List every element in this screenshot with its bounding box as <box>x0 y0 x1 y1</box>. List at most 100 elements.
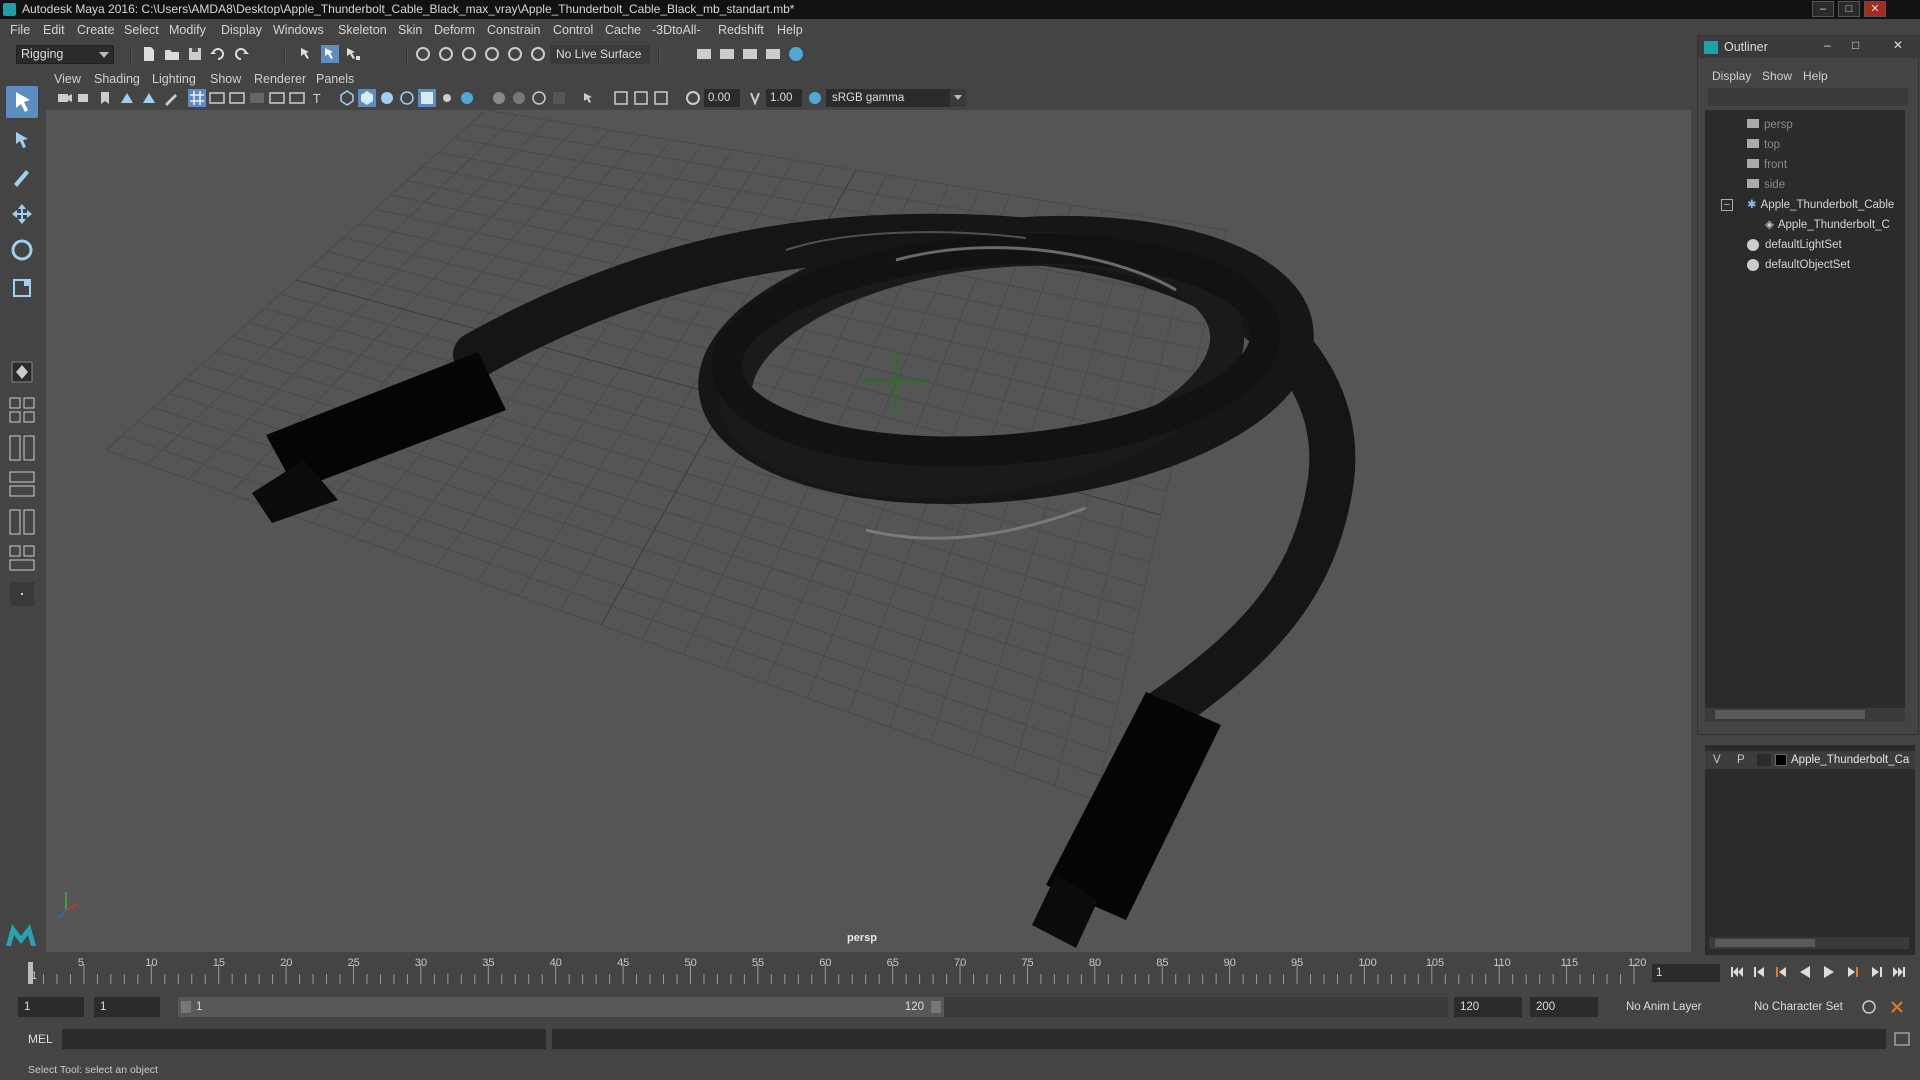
outliner-item-persp[interactable]: persp <box>1705 116 1793 134</box>
collapse-icon[interactable]: – <box>1721 198 1733 211</box>
lasso-tool-icon[interactable] <box>6 124 38 156</box>
menu-control[interactable]: Control <box>553 23 593 37</box>
rotate-tool-icon[interactable] <box>6 234 38 266</box>
color-management-icon[interactable] <box>806 89 824 107</box>
menu-create[interactable]: Create <box>77 23 115 37</box>
render-frame-icon[interactable] <box>718 45 736 63</box>
range-end-grip[interactable] <box>931 1001 941 1013</box>
textured-icon[interactable] <box>418 89 436 107</box>
layout-four-view-icon[interactable] <box>6 394 38 426</box>
two-d-pan-zoom-icon[interactable] <box>140 89 158 107</box>
wireframe-icon[interactable] <box>338 89 356 107</box>
outliner-minimize-button[interactable]: – <box>1824 38 1831 52</box>
layer-playback-toggle[interactable]: P <box>1737 751 1745 769</box>
isolate-select-icon[interactable] <box>580 89 598 107</box>
paint-select-tool-icon[interactable] <box>6 160 38 192</box>
maximize-button[interactable]: □ <box>1838 1 1860 17</box>
scale-tool-icon[interactable] <box>6 272 38 304</box>
layout-persp-graph-icon[interactable] <box>6 506 38 538</box>
ipr-render-icon[interactable] <box>741 45 759 63</box>
outliner-item-cable-group[interactable]: – ✱ Apple_Thunderbolt_Cable <box>1705 196 1894 214</box>
outliner-search-input[interactable] <box>1708 88 1908 106</box>
use-default-material-icon[interactable] <box>378 89 396 107</box>
play-forwards-icon[interactable] <box>1820 963 1838 981</box>
step-back-frame-icon[interactable] <box>1772 963 1790 981</box>
step-back-key-icon[interactable] <box>1750 963 1768 981</box>
outliner-close-button[interactable]: ✕ <box>1893 38 1903 52</box>
resolution-gate-icon[interactable] <box>228 89 246 107</box>
safe-action-icon[interactable] <box>288 89 306 107</box>
outliner-item-side[interactable]: side <box>1705 176 1785 194</box>
menu-deform[interactable]: Deform <box>434 23 475 37</box>
layer-scrollbar[interactable] <box>1709 937 1909 949</box>
render-settings-icon[interactable] <box>695 45 713 63</box>
panel-menu-renderer[interactable]: Renderer <box>254 72 306 86</box>
layer-visibility-toggle[interactable]: V <box>1713 751 1721 769</box>
menu-modify[interactable]: Modify <box>169 23 206 37</box>
play-backwards-icon[interactable] <box>1796 963 1814 981</box>
select-object-icon[interactable] <box>321 45 339 63</box>
menu-constrain[interactable]: Constrain <box>487 23 541 37</box>
script-editor-icon[interactable] <box>1893 1030 1911 1048</box>
image-plane-icon[interactable] <box>118 89 136 107</box>
snap-point-icon[interactable] <box>460 45 478 63</box>
film-gate-icon[interactable] <box>208 89 226 107</box>
select-camera-icon[interactable] <box>56 89 74 107</box>
auto-keyframe-icon[interactable] <box>1860 998 1878 1016</box>
screen-space-ao-icon[interactable] <box>490 89 508 107</box>
layer-color-swatch[interactable] <box>1775 754 1787 766</box>
playback-start-field[interactable]: 1 <box>94 997 160 1017</box>
bookmark-icon[interactable] <box>96 89 114 107</box>
layout-side-by-side-icon[interactable] <box>6 432 38 464</box>
select-component-icon[interactable] <box>344 45 362 63</box>
panel-menu-lighting[interactable]: Lighting <box>152 72 196 86</box>
outliner-menu-display[interactable]: Display <box>1712 69 1751 83</box>
menu-edit[interactable]: Edit <box>43 23 65 37</box>
layer-type-toggle[interactable] <box>1757 754 1771 766</box>
exposure-field[interactable]: 0.00 <box>704 89 740 107</box>
snap-projected-icon[interactable] <box>483 45 501 63</box>
menu-set-dropdown[interactable]: Rigging <box>16 45 114 64</box>
move-tool-icon[interactable] <box>6 198 38 230</box>
field-chart-icon[interactable] <box>268 89 286 107</box>
new-scene-icon[interactable] <box>140 45 158 63</box>
step-forward-frame-icon[interactable] <box>1844 963 1862 981</box>
minimize-button[interactable]: – <box>1812 1 1834 17</box>
outliner-menu-help[interactable]: Help <box>1803 69 1828 83</box>
current-frame-field[interactable]: 1 <box>1652 964 1720 982</box>
snap-view-plane-icon[interactable] <box>506 45 524 63</box>
menu-file[interactable]: File <box>10 23 30 37</box>
layout-hypershade-icon[interactable] <box>6 542 38 574</box>
exposure-icon[interactable] <box>684 89 702 107</box>
menu-help[interactable]: Help <box>777 23 803 37</box>
gamma-field[interactable]: 1.00 <box>766 89 802 107</box>
range-start-grip[interactable] <box>181 1001 191 1013</box>
show-manipulator-tool-icon[interactable] <box>6 356 38 388</box>
anti-aliasing-icon[interactable] <box>530 89 548 107</box>
outliner-maximize-button[interactable]: □ <box>1852 38 1859 52</box>
snap-curve-icon[interactable] <box>437 45 455 63</box>
go-to-start-icon[interactable] <box>1728 963 1746 981</box>
xray-joints-icon[interactable] <box>632 89 650 107</box>
select-tool-icon[interactable] <box>6 86 38 118</box>
safe-title-icon[interactable]: T <box>308 89 326 107</box>
animation-end-field[interactable]: 200 <box>1530 997 1598 1017</box>
menu-windows[interactable]: Windows <box>273 23 324 37</box>
menu-3dtoall[interactable]: -3DtoAll- <box>652 23 701 37</box>
panel-menu-show[interactable]: Show <box>210 72 241 86</box>
use-all-lights-icon[interactable] <box>438 89 456 107</box>
save-scene-icon[interactable] <box>186 45 204 63</box>
layout-more-icon[interactable] <box>6 578 38 610</box>
outliner-item-cable-mesh[interactable]: ◈ Apple_Thunderbolt_C <box>1705 216 1890 234</box>
range-slider[interactable]: 1 120 <box>178 997 1448 1017</box>
character-set-dropdown[interactable]: No Character Set <box>1748 997 1868 1017</box>
gate-mask-icon[interactable] <box>248 89 266 107</box>
panel-menu-panels[interactable]: Panels <box>316 72 354 86</box>
redo-icon[interactable] <box>232 45 250 63</box>
layer-row[interactable]: V P Apple_Thunderbolt_Ca <box>1705 751 1915 769</box>
outliner-item-default-light-set[interactable]: defaultLightSet <box>1705 236 1842 254</box>
animation-start-field[interactable]: 1 <box>18 997 84 1017</box>
menu-select[interactable]: Select <box>124 23 159 37</box>
xray-components-icon[interactable] <box>652 89 670 107</box>
wireframe-on-shaded-icon[interactable] <box>398 89 416 107</box>
